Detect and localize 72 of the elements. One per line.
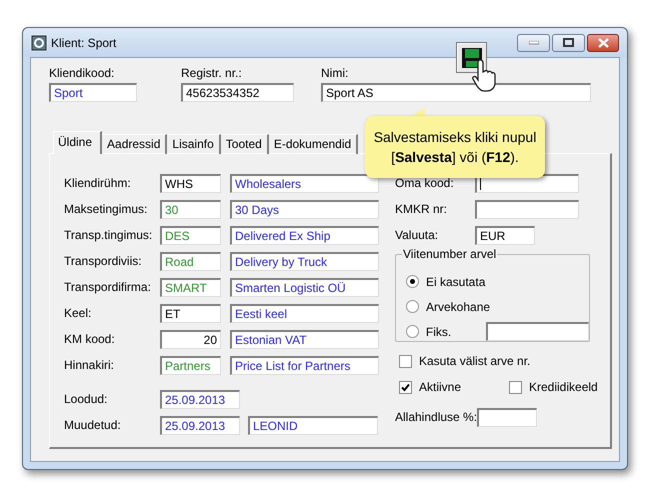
code-field[interactable]: 20 xyxy=(160,330,221,348)
tab[interactable]: E-dokumendid xyxy=(268,134,358,154)
minimize-button[interactable] xyxy=(517,34,550,52)
name-field[interactable]: Price List for Partners xyxy=(230,356,379,374)
code-field[interactable]: Road xyxy=(160,252,221,270)
tooltip: Salvestamiseks kliki nupul [Salvesta] või (F12). xyxy=(365,116,545,178)
radio-button[interactable] xyxy=(406,325,419,338)
text-field[interactable]: 45623534352 xyxy=(181,83,294,102)
checkbox-label: Aktiivne xyxy=(419,380,462,394)
text-field[interactable] xyxy=(477,408,538,426)
field-label: Muudetud: xyxy=(64,418,122,432)
option-label: Arvekohane xyxy=(426,300,487,314)
radio-button[interactable] xyxy=(406,275,419,288)
group-title: Viitenumber arvel xyxy=(402,247,498,261)
field-label: Hinnakiri: xyxy=(64,358,116,372)
close-button[interactable] xyxy=(587,34,619,52)
minimize-icon xyxy=(528,40,538,44)
field-label: Transp.tingimus: xyxy=(64,228,154,242)
code-field[interactable]: WHS xyxy=(160,174,221,192)
maximize-button[interactable] xyxy=(552,34,585,52)
tab[interactable]: Aadressid xyxy=(102,134,168,154)
checkbox[interactable] xyxy=(509,380,522,394)
name-field[interactable]: Delivery by Truck xyxy=(230,252,379,270)
field-label: Transpordiviis: xyxy=(64,254,143,268)
checkbox[interactable] xyxy=(399,354,412,368)
text-field[interactable]: EUR xyxy=(475,226,535,244)
name-field[interactable]: Wholesalers xyxy=(230,174,379,192)
tab[interactable]: Tooted xyxy=(220,134,269,154)
name-field[interactable]: Delivered Ex Ship xyxy=(230,226,379,244)
tab[interactable]: Lisainfo xyxy=(167,134,221,154)
text-field[interactable]: Sport AS xyxy=(321,83,591,102)
save-button[interactable] xyxy=(456,42,487,73)
code-field[interactable]: SMART xyxy=(160,278,221,296)
date-field[interactable]: 25.09.2013 xyxy=(160,390,240,408)
field-label: KM kood: xyxy=(64,332,116,346)
checkbox-label: Kasuta välist arve nr. xyxy=(419,354,530,368)
field-label: Maksetingimus: xyxy=(64,202,148,216)
code-field[interactable]: 30 xyxy=(160,200,221,218)
window-title: Klient: Sport xyxy=(51,36,118,50)
field-label: Allahindluse %: xyxy=(395,410,478,424)
text-field[interactable]: Sport xyxy=(49,83,137,102)
field-label: Transpordifirma: xyxy=(64,280,152,294)
field-label: Nimi: xyxy=(321,66,350,80)
field-label: Kliendikood: xyxy=(49,66,116,80)
field-label: KMKR nr: xyxy=(395,202,448,216)
text-cursor xyxy=(480,177,481,190)
checkbox-label: Krediidikeeld xyxy=(529,380,598,394)
user-field[interactable]: LEONID xyxy=(248,416,378,434)
code-field[interactable]: ET xyxy=(160,304,221,322)
date-field[interactable]: 25.09.2013 xyxy=(160,416,240,434)
name-field[interactable]: Estonian VAT xyxy=(230,330,379,348)
radio-button[interactable] xyxy=(406,300,419,313)
field-label: Oma kood: xyxy=(395,176,455,190)
close-icon xyxy=(598,38,608,48)
code-field[interactable]: DES xyxy=(160,226,221,244)
maximize-icon xyxy=(563,38,574,47)
field-label: Keel: xyxy=(64,306,92,320)
field-label: Kliendirühm: xyxy=(64,176,132,190)
name-field[interactable]: 30 Days xyxy=(230,200,379,218)
app-icon xyxy=(31,34,47,50)
field-label: Registr. nr.: xyxy=(181,66,243,80)
code-field[interactable]: Partners xyxy=(160,356,221,374)
option-label: Fiks. xyxy=(426,324,452,338)
name-field[interactable]: Smarten Logistic OÜ xyxy=(230,278,379,296)
checkbox[interactable] xyxy=(399,380,412,394)
text-field[interactable] xyxy=(475,200,579,218)
field-label: Valuuta: xyxy=(395,228,440,242)
option-label: Ei kasutata xyxy=(426,274,486,288)
tab[interactable]: Üldine xyxy=(53,131,102,154)
text-field[interactable] xyxy=(486,322,589,341)
field-label: Loodud: xyxy=(64,392,108,406)
name-field[interactable]: Eesti keel xyxy=(230,304,379,322)
